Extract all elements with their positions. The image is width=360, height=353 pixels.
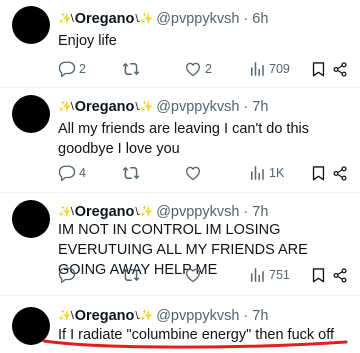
- avatar[interactable]: [12, 200, 50, 238]
- share-button[interactable]: [332, 165, 348, 182]
- tweet-header: ✨\ Oregano \.✨ @pvppykvsh · 7h: [58, 97, 352, 117]
- avatar[interactable]: [12, 6, 50, 44]
- reply-icon: [58, 267, 76, 283]
- like-button[interactable]: [184, 164, 248, 182]
- views-button[interactable]: 751: [248, 266, 310, 284]
- name-decoration: ✨\: [58, 206, 74, 218]
- share-icon: [333, 165, 347, 181]
- name-decoration: ✨\: [58, 310, 74, 322]
- like-count: 2: [205, 62, 212, 76]
- retweet-icon: [122, 62, 140, 76]
- user-handle[interactable]: @pvppykvsh: [156, 97, 239, 117]
- views-icon: [251, 166, 264, 180]
- user-handle[interactable]: @pvppykvsh: [156, 306, 239, 326]
- name-decoration: \.✨: [135, 206, 153, 218]
- tweet-actions: 4 1K: [58, 163, 348, 183]
- bookmark-button[interactable]: [310, 164, 332, 182]
- bookmark-button[interactable]: [310, 60, 332, 78]
- divider: [0, 295, 360, 296]
- share-icon: [333, 267, 347, 283]
- reply-count: 2: [79, 62, 86, 76]
- reply-count: 4: [79, 166, 86, 180]
- divider: [0, 192, 360, 193]
- reply-button[interactable]: 4: [58, 164, 122, 182]
- reply-icon: [58, 165, 76, 181]
- like-button[interactable]: [184, 266, 248, 284]
- views-button[interactable]: 1K: [248, 164, 310, 182]
- tweet-actions: 2 2 709: [58, 59, 348, 79]
- views-count: 709: [269, 62, 290, 76]
- name-decoration: \.✨: [135, 310, 153, 322]
- tweet-text: Enjoy life: [58, 33, 117, 49]
- tweet-header: ✨\ Oregano \.✨ @pvppykvsh · 7h: [58, 306, 352, 326]
- display-name[interactable]: Oregano: [75, 97, 135, 117]
- user-handle[interactable]: @pvppykvsh: [156, 202, 239, 222]
- retweet-icon: [122, 268, 140, 282]
- timestamp[interactable]: · 7h: [243, 202, 268, 222]
- share-icon: [333, 61, 347, 77]
- retweet-icon: [122, 166, 140, 180]
- views-icon: [251, 268, 264, 282]
- like-icon: [185, 166, 201, 181]
- like-button[interactable]: 2: [184, 60, 248, 78]
- name-decoration: \.✨: [135, 13, 153, 25]
- reply-icon: [58, 61, 76, 77]
- views-count: 1K: [269, 166, 285, 180]
- retweet-button[interactable]: [122, 60, 184, 78]
- name-decoration: ✨\: [58, 101, 74, 113]
- name-decoration: \.✨: [135, 101, 153, 113]
- share-button[interactable]: [332, 61, 348, 78]
- red-underline-annotation: [42, 339, 348, 349]
- tweet-text: All my friends are leaving I can't do th…: [58, 121, 309, 157]
- timeline: ✨\ Oregano \.✨ @pvppykvsh · 6h Enjoy lif…: [0, 0, 360, 353]
- avatar[interactable]: [12, 95, 50, 133]
- display-name[interactable]: Oregano: [75, 306, 135, 326]
- retweet-button[interactable]: [122, 266, 184, 284]
- views-button[interactable]: 709: [248, 60, 310, 78]
- tweet-actions: 751: [58, 265, 348, 285]
- like-icon: [185, 268, 201, 283]
- tweet-header: ✨\ Oregano \.✨ @pvppykvsh · 7h: [58, 202, 352, 222]
- name-decoration: ✨\: [58, 13, 74, 25]
- retweet-button[interactable]: [122, 164, 184, 182]
- like-icon: [185, 62, 201, 77]
- bookmark-button[interactable]: [310, 266, 332, 284]
- views-count: 751: [269, 268, 290, 282]
- bookmark-icon: [312, 62, 325, 77]
- display-name[interactable]: Oregano: [75, 9, 135, 29]
- share-button[interactable]: [332, 267, 348, 284]
- reply-button[interactable]: [58, 266, 122, 284]
- reply-button[interactable]: 2: [58, 60, 122, 78]
- timestamp[interactable]: · 7h: [243, 97, 268, 117]
- tweet-header: ✨\ Oregano \.✨ @pvppykvsh · 6h: [58, 9, 352, 29]
- bookmark-icon: [312, 166, 325, 181]
- display-name[interactable]: Oregano: [75, 202, 135, 222]
- views-icon: [251, 62, 264, 76]
- bookmark-icon: [312, 268, 325, 283]
- user-handle[interactable]: @pvppykvsh: [156, 9, 239, 29]
- timestamp[interactable]: · 7h: [243, 306, 268, 326]
- divider: [0, 87, 360, 88]
- timestamp[interactable]: · 6h: [243, 9, 268, 29]
